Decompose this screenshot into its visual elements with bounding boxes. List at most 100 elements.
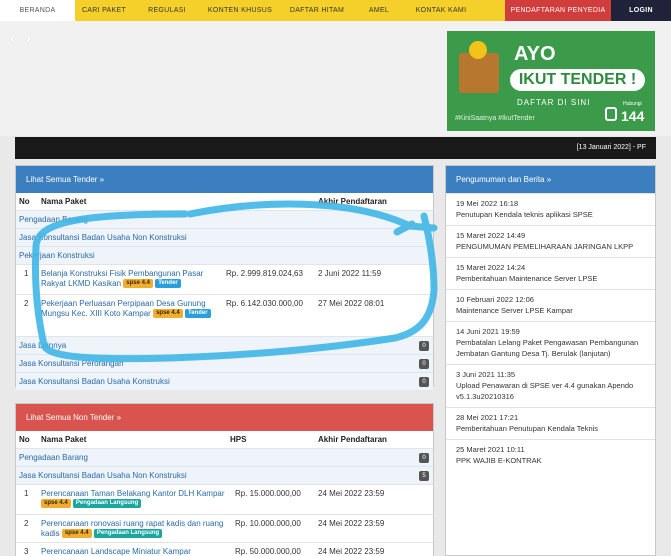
nontender-panel: Lihat Semua Non Tender » No Nama Paket H… bbox=[15, 403, 434, 556]
nav-daftar-hitam[interactable]: DAFTAR HITAM bbox=[279, 0, 355, 21]
row-package: Perencanaan Landscape Miniatur Kampar bbox=[41, 547, 226, 556]
announcement-text: Pemberitahuan Maintenance Server LPSE bbox=[456, 274, 598, 283]
announcement-text: Penutupan Kendala teknis aplikasi SPSE bbox=[456, 210, 593, 219]
nav-pendaftaran-penyedia[interactable]: PENDAFTARAN PENYEDIA bbox=[505, 0, 611, 21]
cat-label: Pengadaan Barang bbox=[19, 453, 88, 462]
date-bar: [13 Januari 2022] - PF bbox=[15, 137, 656, 159]
nav-beranda[interactable]: BERANDA bbox=[0, 0, 75, 21]
count-badge: 0 bbox=[419, 453, 429, 463]
row-deadline: 24 Mei 2022 23:59 bbox=[318, 547, 385, 556]
row-deadline: 24 Mei 2022 23:59 bbox=[318, 519, 385, 528]
announcement-item[interactable]: 28 Mei 2021 17:21 Pemberitahuan Penutupa… bbox=[446, 407, 655, 439]
announcements-panel: Pengumuman dan Berita » 19 Mei 2022 16:1… bbox=[445, 165, 656, 556]
nav-kontak-kami[interactable]: KONTAK KAMI bbox=[403, 0, 479, 21]
tender-cat-pengadaan-barang[interactable]: Pengadaan Barang bbox=[16, 210, 433, 228]
announcement-item[interactable]: 25 Maret 2021 10:11 PPK WAJIB E-KONTRAK bbox=[446, 439, 655, 471]
tender-panel-title[interactable]: Lihat Semua Tender » bbox=[16, 166, 433, 193]
nontender-cat-pengadaan-barang[interactable]: Pengadaan Barang 0 bbox=[16, 448, 433, 466]
col-akhir: Akhir Pendaftaran bbox=[318, 197, 387, 206]
nav-regulasi[interactable]: REGULASI bbox=[133, 0, 201, 21]
announcements-title[interactable]: Pengumuman dan Berita » bbox=[446, 166, 655, 193]
cat-label: Jasa Lainnya bbox=[19, 341, 67, 350]
row-hps: Rp. 2.999.819.024,63 bbox=[226, 269, 303, 278]
nontender-table-header: No Nama Paket HPS Akhir Pendaftaran bbox=[16, 431, 433, 448]
row-no: 2 bbox=[24, 299, 29, 308]
row-hps: Rp. 6.142.030.000,00 bbox=[226, 299, 303, 308]
col-hps: HPS bbox=[230, 435, 247, 444]
nav-konten-khusus[interactable]: KONTEN KHUSUS bbox=[201, 0, 279, 21]
tender-cat-pekerjaan-konstruksi[interactable]: Pekerjaan Konstruksi bbox=[16, 246, 433, 264]
announcement-text: Pembatalan Lelang Paket Pengawasan Pemba… bbox=[456, 338, 639, 358]
table-row: 1 Perencanaan Taman Belakang Kantor DLH … bbox=[16, 484, 433, 514]
announcement-item[interactable]: 14 Juni 2021 19:59 Pembatalan Lelang Pak… bbox=[446, 321, 655, 364]
nontender-panel-title[interactable]: Lihat Semua Non Tender » bbox=[16, 404, 433, 431]
row-no: 1 bbox=[24, 489, 29, 498]
cat-label: Jasa Konsultansi Badan Usaha Konstruksi bbox=[19, 377, 170, 386]
gift-box-icon bbox=[459, 41, 499, 93]
row-deadline: 2 Juni 2022 11:59 bbox=[318, 269, 382, 278]
row-deadline: 24 Mei 2022 23:59 bbox=[318, 489, 385, 498]
tender-panel: Lihat Semua Tender » No Nama Paket Akhir… bbox=[15, 165, 434, 390]
announcement-date: 19 Mei 2022 16:18 bbox=[456, 199, 519, 208]
nav-cari-paket[interactable]: CARI PAKET bbox=[75, 0, 133, 21]
col-no: No bbox=[19, 435, 30, 444]
row-package: Perencanaan ronovasi ruang rapat kadis d… bbox=[41, 519, 226, 539]
pengadaan-langsung-badge: Pengadaan Langsung bbox=[93, 529, 163, 539]
count-badge: 0 bbox=[419, 359, 429, 369]
row-no: 1 bbox=[24, 269, 29, 278]
tender-badge: Tender bbox=[155, 279, 181, 289]
ad-hashtag: #KiniSaatnya #IkutTender bbox=[455, 115, 535, 122]
announcement-text: PENGUMUMAN PEMELIHARAAN JARINGAN LKPP bbox=[456, 242, 634, 251]
table-row: 2 Perencanaan ronovasi ruang rapat kadis… bbox=[16, 514, 433, 542]
top-nav: BERANDA CARI PAKET REGULASI KONTEN KHUSU… bbox=[0, 0, 671, 21]
login-button[interactable]: LOGIN bbox=[611, 0, 671, 21]
tender-badge: Tender bbox=[185, 309, 211, 319]
announcement-date: 28 Mei 2021 17:21 bbox=[456, 413, 519, 422]
nav-amel[interactable]: AMEL bbox=[355, 0, 403, 21]
spse-badge: spse 4.4 bbox=[123, 279, 153, 289]
cat-label: Jasa Konsultansi Badan Usaha Non Konstru… bbox=[19, 471, 187, 480]
tender-cat-jasa-konsultansi-nonkon[interactable]: Jasa Konsultansi Badan Usaha Non Konstru… bbox=[16, 228, 433, 246]
slider-arrows-icon[interactable]: ‹ › bbox=[10, 30, 34, 48]
announcement-item[interactable]: 10 Februari 2022 12:06 Maintenance Serve… bbox=[446, 289, 655, 321]
announcement-text: Maintenance Server LPSE Kampar bbox=[456, 306, 573, 315]
pengadaan-langsung-badge: Pengadaan Langsung bbox=[72, 499, 142, 509]
nontender-cat-jasa-konsultansi-nonkon[interactable]: Jasa Konsultansi Badan Usaha Non Konstru… bbox=[16, 466, 433, 484]
ad-ikut-tender: IKUT TENDER ! bbox=[510, 69, 645, 91]
table-row: 3 Perencanaan Landscape Miniatur Kampar … bbox=[16, 542, 433, 556]
row-package-link[interactable]: Perencanaan Taman Belakang Kantor DLH Ka… bbox=[41, 489, 225, 498]
ad-daftar: DAFTAR DI SINI bbox=[517, 98, 591, 107]
col-paket: Nama Paket bbox=[41, 435, 87, 444]
col-no: No bbox=[19, 197, 30, 206]
tender-cat-jasa-konsultansi-perorangan[interactable]: Jasa Konsultansi Perorangan 0 bbox=[16, 354, 433, 372]
col-akhir: Akhir Pendaftaran bbox=[318, 435, 387, 444]
ad-number: 144 bbox=[621, 108, 645, 124]
spse-badge: spse 4.4 bbox=[41, 499, 71, 509]
row-hps: Rp. 50.000.000,00 bbox=[235, 547, 301, 556]
spse-badge: spse 4.4 bbox=[153, 309, 183, 319]
count-badge: 0 bbox=[419, 377, 429, 387]
col-paket: Nama Paket bbox=[41, 197, 87, 206]
row-package: Pekerjaan Perluasan Perpipaan Desa Gunun… bbox=[41, 299, 226, 319]
announcement-item[interactable]: 15 Maret 2022 14:24 Pemberitahuan Mainte… bbox=[446, 257, 655, 289]
phone-icon bbox=[605, 107, 617, 121]
announcement-date: 25 Maret 2021 10:11 bbox=[456, 445, 525, 454]
row-no: 3 bbox=[24, 547, 29, 556]
announcement-item[interactable]: 3 Juni 2021 11:35 Upload Penawaran di SP… bbox=[446, 364, 655, 407]
tender-cat-jasa-lainnya[interactable]: Jasa Lainnya 0 bbox=[16, 336, 433, 354]
announcement-text: PPK WAJIB E-KONTRAK bbox=[456, 456, 542, 465]
row-no: 2 bbox=[24, 519, 29, 528]
ad-ayo: AYO bbox=[514, 43, 556, 65]
cat-label: Jasa Konsultansi Perorangan bbox=[19, 359, 124, 368]
tender-cat-jasa-konsultansi-konstruksi[interactable]: Jasa Konsultansi Badan Usaha Konstruksi … bbox=[16, 372, 433, 390]
announcement-item[interactable]: 19 Mei 2022 16:18 Penutupan Kendala tekn… bbox=[446, 193, 655, 225]
row-package-link[interactable]: Perencanaan Landscape Miniatur Kampar bbox=[41, 547, 191, 556]
ayo-ikut-tender-banner[interactable]: AYO IKUT TENDER ! DAFTAR DI SINI #KiniSa… bbox=[447, 31, 655, 131]
announcement-date: 10 Februari 2022 12:06 bbox=[456, 295, 534, 304]
ad-hubungi: Hubungi bbox=[623, 101, 642, 107]
announcement-date: 15 Maret 2022 14:49 bbox=[456, 231, 526, 240]
table-row: 2 Pekerjaan Perluasan Perpipaan Desa Gun… bbox=[16, 294, 433, 336]
row-package: Perencanaan Taman Belakang Kantor DLH Ka… bbox=[41, 489, 226, 509]
announcement-item[interactable]: 15 Maret 2022 14:49 PENGUMUMAN PEMELIHAR… bbox=[446, 225, 655, 257]
row-deadline: 27 Mei 2022 08:01 bbox=[318, 299, 385, 308]
